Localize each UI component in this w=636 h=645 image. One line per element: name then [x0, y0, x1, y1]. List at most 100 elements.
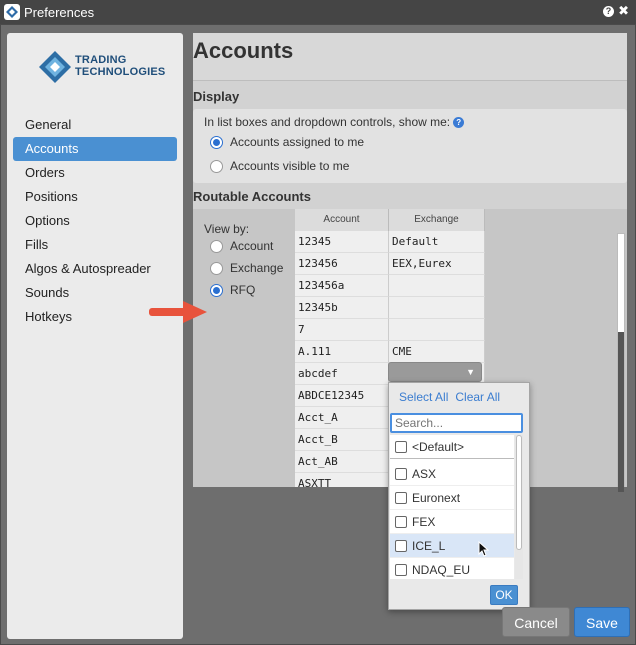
table-row[interactable]: 123456 EEX,Eurex: [295, 253, 485, 275]
exchange-list: <Default> ASX Euronext FEX ICE_L NDAQ_EU: [390, 435, 514, 579]
list-item-euronext[interactable]: Euronext: [390, 486, 514, 510]
view-by-label: View by:: [204, 222, 250, 236]
list-item-label: FEX: [412, 514, 436, 529]
info-icon[interactable]: ?: [453, 117, 465, 129]
list-item-ndaq-eu[interactable]: NDAQ_EU: [390, 558, 514, 579]
display-section: In list boxes and dropdown controls, sho…: [193, 109, 627, 183]
radio-button[interactable]: [210, 239, 223, 253]
cancel-button[interactable]: Cancel: [502, 607, 570, 637]
exchange-cell[interactable]: [389, 297, 485, 319]
checkbox[interactable]: [395, 467, 407, 480]
list-item-label: ICE_L: [412, 538, 446, 553]
table-row[interactable]: 123456a: [295, 275, 485, 297]
app-icon: [4, 4, 20, 20]
account-cell: 123456: [295, 253, 389, 275]
list-item-label: NDAQ_EU: [412, 562, 471, 577]
account-cell: 7: [295, 319, 389, 341]
account-cell: A.111: [295, 341, 389, 363]
exchange-cell[interactable]: [389, 319, 485, 341]
sidebar-nav: General Accounts Orders Positions Option…: [13, 113, 177, 329]
list-item-label: Euronext: [412, 490, 461, 505]
save-button[interactable]: Save: [574, 607, 630, 637]
dropdown-scrollbar[interactable]: [515, 435, 523, 579]
radio-label: RFQ: [230, 283, 256, 297]
account-cell: Act_AB: [295, 451, 389, 473]
scrollbar-thumb[interactable]: [618, 332, 624, 492]
close-icon[interactable]: ✖: [618, 3, 629, 19]
radio-view-by-exchange[interactable]: Exchange: [210, 261, 283, 275]
radio-view-by-account[interactable]: Account: [210, 239, 273, 253]
radio-button[interactable]: [210, 159, 223, 173]
preferences-window: TRADING TECHNOLOGIES General Accounts Or…: [0, 24, 636, 645]
radio-label: Accounts assigned to me: [230, 135, 365, 149]
logo: TRADING TECHNOLOGIES: [37, 49, 177, 89]
select-all-link[interactable]: Select All: [399, 390, 448, 404]
account-cell: Acct_A: [295, 407, 389, 429]
sidebar-item-orders[interactable]: Orders: [13, 161, 177, 185]
account-cell: 12345b: [295, 297, 389, 319]
radio-button[interactable]: [210, 135, 223, 149]
sidebar-item-general[interactable]: General: [13, 113, 177, 137]
page-title: Accounts: [193, 33, 627, 81]
chevron-down-icon: ▼: [466, 367, 475, 377]
logo-line-2: TECHNOLOGIES: [75, 66, 166, 78]
table-row[interactable]: 7: [295, 319, 485, 341]
radio-label: Exchange: [230, 261, 284, 275]
account-cell: 123456a: [295, 275, 389, 297]
sidebar-item-fills[interactable]: Fills: [13, 233, 177, 257]
account-cell: ABDCE12345: [295, 385, 389, 407]
radio-button[interactable]: [210, 283, 223, 297]
checkbox[interactable]: [395, 440, 407, 453]
column-header-account[interactable]: Account: [295, 209, 389, 231]
table-row[interactable]: 12345 Default: [295, 231, 485, 253]
ok-button[interactable]: OK: [490, 585, 518, 605]
exchange-dropdown-trigger[interactable]: ▼: [388, 362, 482, 382]
radio-view-by-rfq[interactable]: RFQ: [210, 283, 255, 297]
display-prompt: In list boxes and dropdown controls, sho…: [204, 115, 451, 129]
exchange-cell[interactable]: EEX,Eurex: [389, 253, 485, 275]
radio-accounts-assigned[interactable]: Accounts assigned to me: [210, 135, 364, 149]
search-input[interactable]: [390, 413, 523, 433]
exchange-cell[interactable]: CME: [389, 341, 485, 363]
exchange-cell[interactable]: Default: [389, 231, 485, 253]
logo-line-1: TRADING: [75, 54, 127, 66]
list-item-label: ASX: [412, 466, 437, 481]
account-cell: abcdef: [295, 363, 389, 385]
sidebar-item-options[interactable]: Options: [13, 209, 177, 233]
radio-button[interactable]: [210, 261, 223, 275]
table-row[interactable]: 12345b: [295, 297, 485, 319]
account-cell: ASXTT: [295, 473, 389, 487]
sidebar-item-algos[interactable]: Algos & Autospreader: [13, 257, 177, 281]
scrollbar-thumb[interactable]: [516, 435, 522, 550]
clear-all-link[interactable]: Clear All: [455, 390, 500, 404]
radio-accounts-visible[interactable]: Accounts visible to me: [210, 159, 349, 173]
list-item-default[interactable]: <Default>: [390, 435, 514, 459]
routable-section-header: Routable Accounts: [193, 185, 627, 207]
grid-header: Account Exchange: [295, 209, 485, 231]
checkbox[interactable]: [395, 515, 407, 528]
logo-mark-icon: [39, 51, 71, 83]
callout-arrow-icon: [149, 301, 207, 323]
account-cell: 12345: [295, 231, 389, 253]
table-row[interactable]: A.111 CME: [295, 341, 485, 363]
checkbox[interactable]: [395, 563, 407, 576]
list-item-label: <Default>: [412, 439, 465, 454]
checkbox[interactable]: [395, 539, 407, 552]
list-item-ice-l[interactable]: ICE_L: [390, 534, 514, 558]
title-bar: Preferences ? ✖: [0, 0, 636, 24]
list-item-asx[interactable]: ASX: [390, 462, 514, 486]
radio-label: Accounts visible to me: [230, 159, 350, 173]
grid-scrollbar[interactable]: [617, 233, 625, 492]
column-header-exchange[interactable]: Exchange: [389, 209, 485, 231]
list-item-fex[interactable]: FEX: [390, 510, 514, 534]
sidebar-item-accounts[interactable]: Accounts: [13, 137, 177, 161]
window-title: Preferences: [24, 5, 95, 20]
sidebar-item-positions[interactable]: Positions: [13, 185, 177, 209]
exchange-dropdown-panel: Select All Clear All <Default> ASX Eurone…: [388, 382, 530, 610]
account-cell: Acct_B: [295, 429, 389, 451]
help-icon[interactable]: ?: [603, 6, 614, 17]
exchange-cell[interactable]: [389, 275, 485, 297]
mouse-cursor-icon: [478, 541, 490, 557]
checkbox[interactable]: [395, 491, 407, 504]
sidebar: TRADING TECHNOLOGIES General Accounts Or…: [7, 33, 183, 639]
